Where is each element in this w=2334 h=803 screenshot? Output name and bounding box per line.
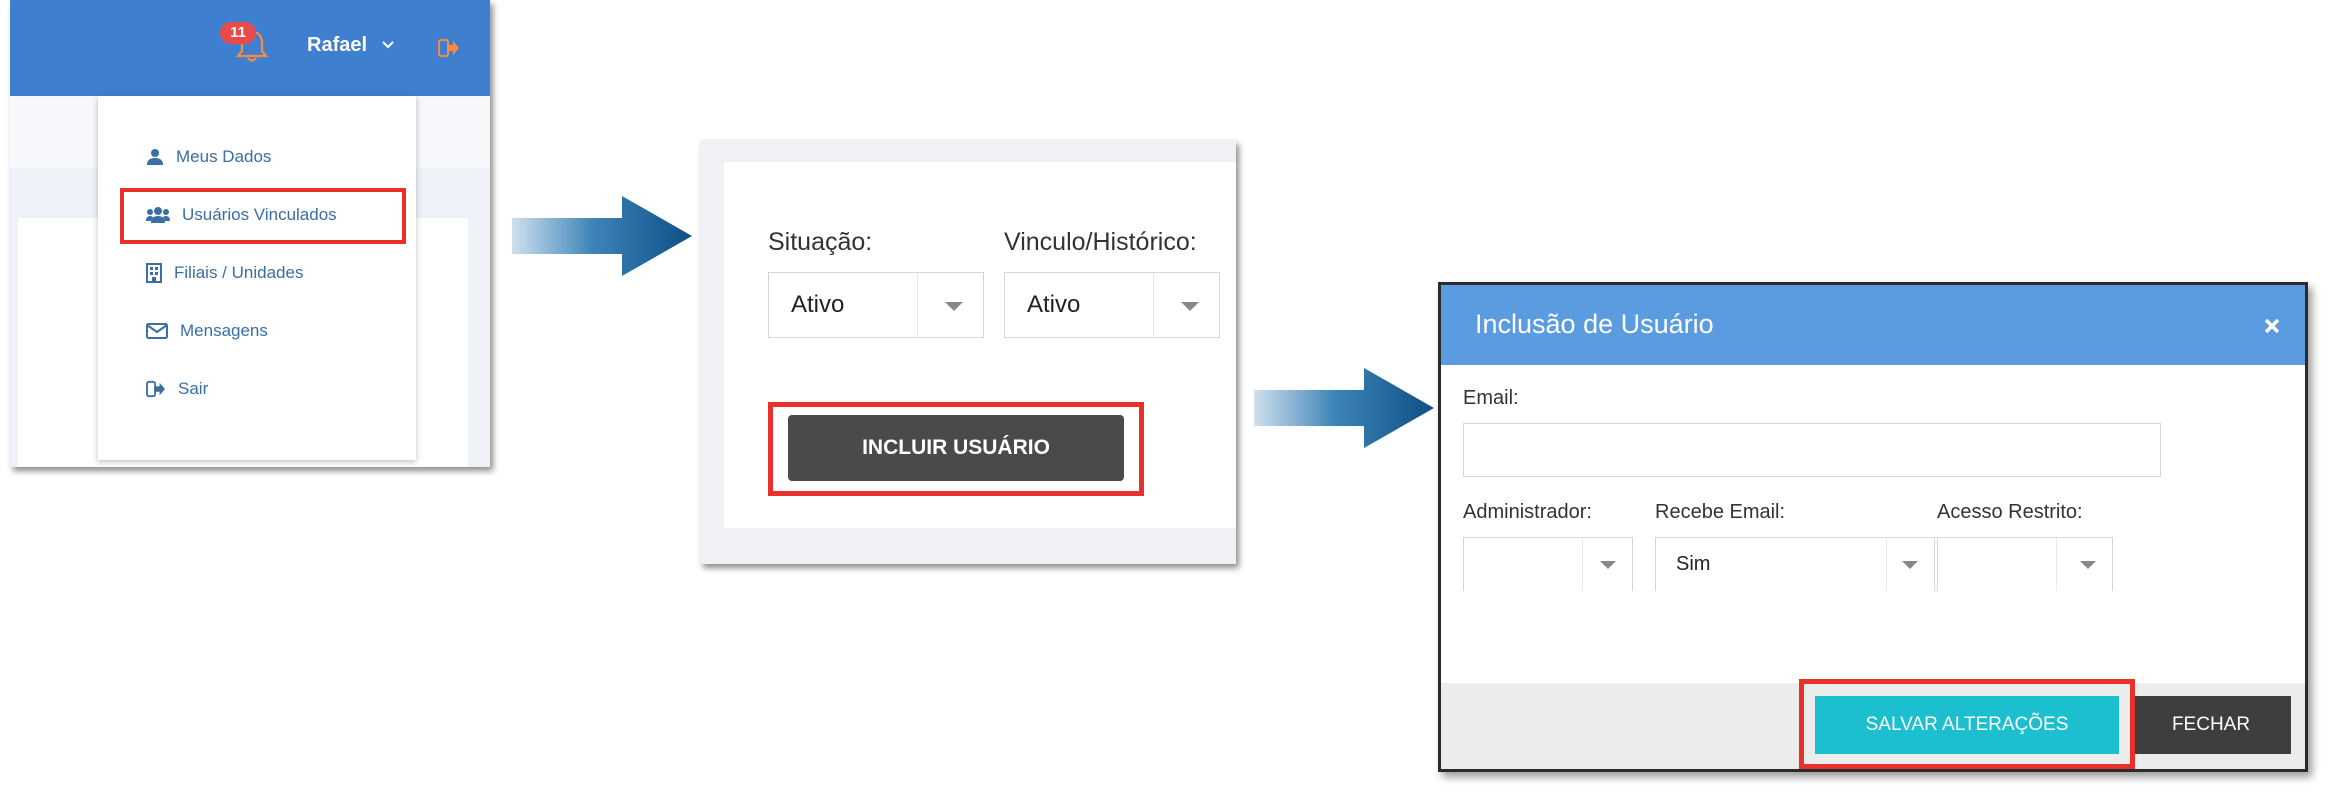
- user-dropdown-menu: Meus Dados Usuários Vinculados Filiais /…: [98, 96, 416, 460]
- menu-item-meus-dados[interactable]: Meus Dados: [146, 142, 271, 172]
- recebe-email-value: Sim: [1676, 553, 1711, 575]
- vinculo-label: Vinculo/Histórico:: [1004, 228, 1197, 256]
- caret-down-icon: [1181, 302, 1199, 311]
- select-divider: [2056, 538, 2057, 591]
- menu-item-label: Sair: [178, 379, 209, 398]
- modal-title: Inclusão de Usuário: [1475, 309, 1714, 339]
- menu-item-label: Meus Dados: [176, 147, 272, 166]
- envelope-icon: [146, 323, 168, 339]
- menu-item-label: Mensagens: [180, 321, 268, 340]
- select-divider: [917, 273, 918, 337]
- acesso-restrito-select[interactable]: [1937, 537, 2113, 591]
- sign-out-icon: [146, 380, 165, 398]
- close-icon[interactable]: [2263, 317, 2281, 340]
- vinculo-value: Ativo: [1027, 291, 1081, 318]
- select-divider: [1582, 538, 1583, 591]
- select-divider: [1153, 273, 1154, 337]
- menu-item-mensagens[interactable]: Mensagens: [146, 316, 268, 346]
- caret-down-icon: [1902, 561, 1918, 569]
- vinculo-select[interactable]: Ativo: [1004, 272, 1220, 338]
- recebe-email-select[interactable]: Sim: [1655, 537, 1935, 591]
- administrador-select[interactable]: [1463, 537, 1633, 591]
- situacao-select[interactable]: Ativo: [768, 272, 984, 338]
- arrow-right-icon: [1254, 368, 1434, 448]
- recebe-email-label: Recebe Email:: [1655, 501, 1786, 523]
- email-input[interactable]: [1463, 423, 2161, 477]
- logout-icon[interactable]: [438, 38, 460, 63]
- administrador-label: Administrador:: [1463, 501, 1592, 523]
- notification-badge: 11: [220, 22, 256, 44]
- filter-panel: Situação: Ativo Vinculo/Histórico: Ativo…: [700, 140, 1236, 564]
- user-icon: [147, 149, 163, 165]
- caret-down-icon: [1600, 561, 1616, 569]
- acesso-restrito-label: Acesso Restrito:: [1937, 501, 2083, 523]
- user-name[interactable]: Rafael: [307, 34, 367, 57]
- chevron-down-icon[interactable]: [381, 38, 395, 56]
- select-divider: [1886, 538, 1887, 591]
- menu-item-filiais-unidades[interactable]: Filiais / Unidades: [146, 258, 303, 288]
- building-icon: [146, 263, 162, 283]
- menu-item-sair[interactable]: Sair: [146, 374, 208, 404]
- caret-down-icon: [945, 302, 963, 311]
- user-menu-panel: 11 Rafael Meus Dados Usuários Vinculados: [10, 0, 490, 467]
- caret-down-icon: [2080, 561, 2096, 569]
- highlight-box: [120, 188, 406, 244]
- email-label: Email:: [1463, 387, 1519, 409]
- highlight-box: [768, 402, 1144, 496]
- inclusao-usuario-modal: Inclusão de Usuário Email: Administrador…: [1438, 282, 2308, 772]
- menu-item-label: Filiais / Unidades: [174, 263, 304, 282]
- fechar-button[interactable]: FECHAR: [2131, 696, 2291, 754]
- arrow-right-icon: [512, 196, 692, 276]
- situacao-value: Ativo: [791, 291, 845, 318]
- situacao-label: Situação:: [768, 228, 873, 256]
- highlight-box: [1799, 679, 2135, 769]
